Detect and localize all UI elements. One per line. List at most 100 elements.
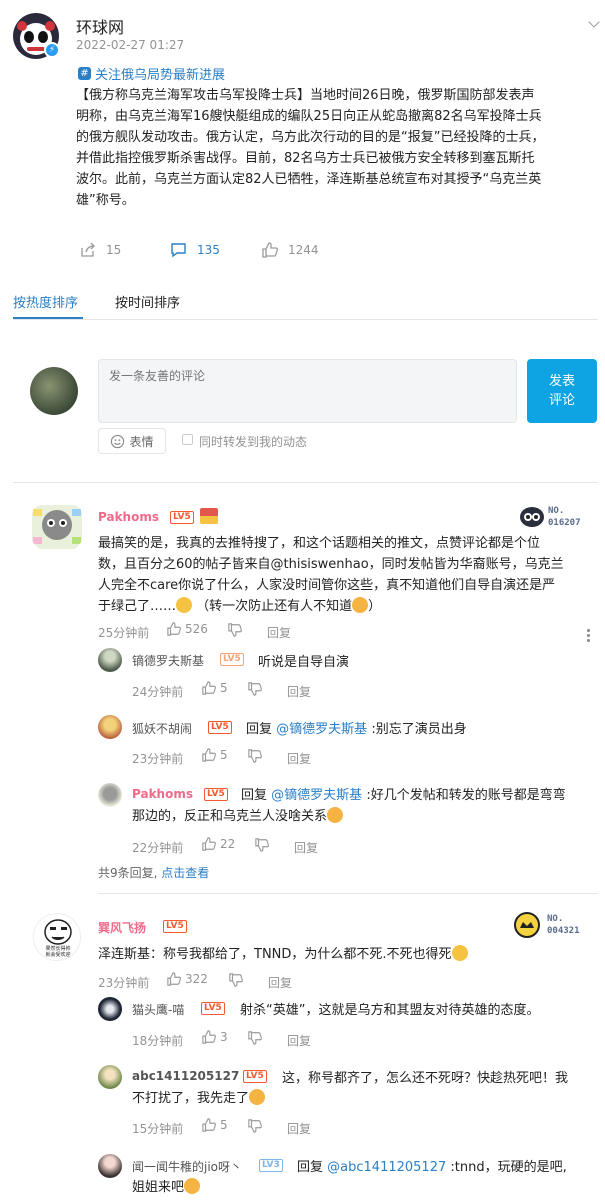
reply-username[interactable]: 猫头鹰-喵 [132,1001,184,1018]
repost-label: 同时转发到我的动态 [199,435,308,449]
tab-time[interactable]: 按时间排序 [115,292,180,311]
comment-text-fragment: ） [368,599,382,614]
thumbs-down-icon [248,682,262,696]
post-body-line: 雄”称号。 [76,193,135,208]
comment-text-line: 人完全不care你说了什么，人家没时间管你这些，真不知道他们自导自演还是严 [98,578,556,593]
comment-input[interactable] [98,359,517,423]
smile-icon [111,434,125,448]
emoji-button[interactable]: 表情 [98,428,166,454]
reply-avatar[interactable] [98,1065,122,1089]
mention-link[interactable]: @镝德罗夫斯基 [271,788,362,803]
reply-like-button[interactable]: 22 [202,837,235,851]
reply-avatar[interactable] [98,648,122,672]
thumbs-up-icon [167,972,181,986]
reply-like-count: 3 [220,1030,228,1044]
submit-comment-button[interactable]: 发表 评论 [527,359,597,423]
reply-text-row: 回复 @镝德罗夫斯基 :别忘了演员出身 [246,718,467,737]
fan-medal-number: 016207 [548,518,581,528]
reply-like-button[interactable]: 5 [202,681,228,695]
doge-emoji-icon [327,807,344,823]
more-options-icon[interactable] [587,629,590,644]
reply-text: 那边的，反正和乌克兰人没啥关系 [132,809,328,824]
reply-avatar[interactable] [98,997,122,1021]
gift-icon [200,508,218,524]
like-count: 1244 [288,243,319,257]
reply-username[interactable]: Pakhoms [132,787,193,801]
comment-text-line: 数，且百分之60的帖子皆来自@thisiswenhao，同时发帖皆为华裔账号，乌… [98,557,564,572]
thumbs-up-icon [262,242,278,258]
reply-like-button[interactable]: 5 [202,1118,228,1132]
view-more-link[interactable]: 点击查看 [161,866,209,880]
submit-label: 发表 [548,374,575,389]
reply-avatar[interactable] [98,783,122,807]
post-author[interactable]: 环球网 [76,14,124,38]
comment-button[interactable]: 135 [170,242,220,258]
reply-reply-button[interactable]: 回复 [287,683,311,700]
reply-like-button[interactable]: 5 [202,748,228,762]
commenter-avatar[interactable]: 果然长得帅 就会受欢迎 [33,913,81,961]
comment-username[interactable]: 巽风飞扬 [98,919,146,936]
reply-text: 这，称号都齐了，怎么还不死呀？快趁热死吧！我 [282,1071,569,1086]
reply-dislike-button[interactable] [248,682,262,700]
mention-link[interactable]: @abc1411205127 [327,1160,446,1175]
dog-emoji-icon [184,1178,201,1194]
reply-like-button[interactable]: 3 [202,1030,228,1044]
reply-username[interactable]: 闻一闻牛稚的jio呀丶 [132,1158,242,1175]
comment-like-button[interactable]: 526 [167,622,208,636]
thumbs-up-icon [202,748,216,762]
topic-link[interactable]: # 关注俄乌局势最新进展 [78,64,225,83]
thumbs-up-icon [202,1118,216,1132]
reply-like-count: 5 [220,748,228,762]
comment-time: 23分钟前 [98,976,150,990]
my-avatar [30,367,78,415]
fan-medal-icon [520,507,544,527]
comment-like-button[interactable]: 322 [167,972,208,986]
comment-text-fragment: 于绿己了…… [98,599,177,614]
comment-dislike-button[interactable] [229,973,243,991]
post-body-line: 【俄方称乌克兰海军攻击乌军投降士兵】当地时间26日晚，俄罗斯国防部发表声 [76,88,535,103]
post-body-line: 并借此指控俄罗斯杀害战俘。目前，82名乌方士兵已被俄方安全转移到塞瓦斯托 [76,151,535,166]
reply-avatar[interactable] [98,715,122,739]
reply-dislike-button[interactable] [255,838,269,856]
level-badge: LV5 [204,788,228,801]
comment-dislike-button[interactable] [228,623,242,641]
reply-reply-button[interactable]: 回复 [287,1032,311,1049]
comment-text: 泽连斯基：称号我都给了，TNND，为什么都不死.不死也得死 [98,944,468,965]
comment-reply-button[interactable]: 回复 [267,624,291,641]
reply-avatar[interactable] [98,1154,122,1178]
like-button[interactable]: 1244 [262,242,319,258]
reply-dislike-button[interactable] [248,1031,262,1049]
thumbs-down-icon [228,623,242,637]
chevron-down-icon[interactable] [588,16,600,28]
fan-medal-number: 004321 [547,926,580,936]
comment-username[interactable]: Pakhoms [98,510,159,524]
hashtag-icon: # [78,67,91,80]
thumbs-down-icon [248,1119,262,1133]
mention-link[interactable]: @镝德罗夫斯基 [276,722,367,737]
reply-username[interactable]: 镝德罗夫斯基 [132,652,204,669]
reply-username[interactable]: abc1411205127 [132,1069,239,1083]
thumbs-down-icon [255,838,269,852]
reply-like-count: 22 [220,837,236,851]
reply-prefix: 回复 [241,788,268,803]
comment-reply-button[interactable]: 回复 [268,974,292,991]
tab-hot[interactable]: 按热度排序 [13,292,78,311]
fan-medal-no: NO. [548,506,565,516]
thumbs-down-icon [248,749,262,763]
reply-time: 18分钟前 [132,1034,184,1048]
reply-dislike-button[interactable] [248,1119,262,1137]
reply-reply-button[interactable]: 回复 [287,750,311,767]
reply-text: 听说是自导自演 [258,655,350,670]
commenter-avatar[interactable] [28,497,86,555]
reply-dislike-button[interactable] [248,749,262,767]
reply-username[interactable]: 狐妖不胡闹 [132,720,192,737]
repost-checkbox[interactable] [182,434,193,445]
reply-reply-button[interactable]: 回复 [294,839,318,856]
share-count: 15 [106,243,122,257]
reply-text: :别忘了演员出身 [371,722,467,737]
share-button[interactable]: 15 [80,242,121,258]
fan-medal-no: NO. [547,914,564,924]
reply-prefix: 回复 [246,722,273,737]
reply-time: 23分钟前 [132,752,184,766]
reply-reply-button[interactable]: 回复 [287,1120,311,1137]
